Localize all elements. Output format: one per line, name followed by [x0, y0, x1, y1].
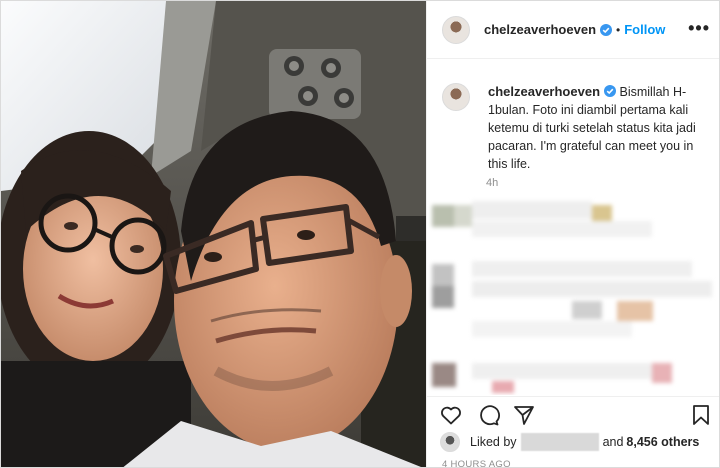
- caption: chelzeaverhoeven Bismillah H-1bulan. Fot…: [442, 83, 713, 173]
- share-icon[interactable]: [512, 403, 536, 427]
- redacted-liker-name: [520, 433, 599, 451]
- post-side-panel: chelzeaverhoeven • Follow ••• chelzeaver…: [426, 1, 719, 468]
- comment-icon[interactable]: [476, 403, 500, 427]
- likes-and: and: [602, 435, 624, 449]
- blurred-comment: [427, 259, 719, 339]
- separator-dot: •: [616, 22, 621, 37]
- likes-prefix: Liked by: [470, 435, 517, 449]
- caption-avatar[interactable]: [442, 83, 470, 111]
- selfie-photo: [1, 1, 426, 467]
- instagram-post: chelzeaverhoeven • Follow ••• chelzeaver…: [0, 0, 720, 468]
- heart-icon[interactable]: [439, 403, 463, 427]
- post-actions: [427, 396, 719, 430]
- post-timestamp: 4 HOURS AGO: [442, 459, 511, 468]
- follow-button[interactable]: Follow: [624, 22, 665, 37]
- blurred-comment: [427, 359, 719, 395]
- caption-text-block: chelzeaverhoeven Bismillah H-1bulan. Fot…: [488, 83, 713, 173]
- caption-time: 4h: [486, 177, 499, 189]
- author-username[interactable]: chelzeaverhoeven: [484, 22, 596, 37]
- post-header: chelzeaverhoeven • Follow •••: [427, 1, 719, 59]
- verified-badge-icon: [604, 85, 617, 97]
- author-avatar[interactable]: [442, 15, 470, 44]
- post-photo[interactable]: [1, 1, 426, 467]
- verified-badge-icon: [600, 23, 613, 36]
- liker-avatar[interactable]: [440, 432, 460, 452]
- likes-count[interactable]: 8,456 others: [626, 435, 699, 449]
- caption-username[interactable]: chelzeaverhoeven: [488, 84, 600, 99]
- comments-area[interactable]: chelzeaverhoeven Bismillah H-1bulan. Fot…: [427, 59, 719, 395]
- more-options-icon[interactable]: •••: [688, 19, 710, 37]
- blurred-comment: [427, 199, 719, 239]
- likes-row: Liked by and 8,456 others: [440, 431, 703, 453]
- bookmark-icon[interactable]: [689, 403, 713, 427]
